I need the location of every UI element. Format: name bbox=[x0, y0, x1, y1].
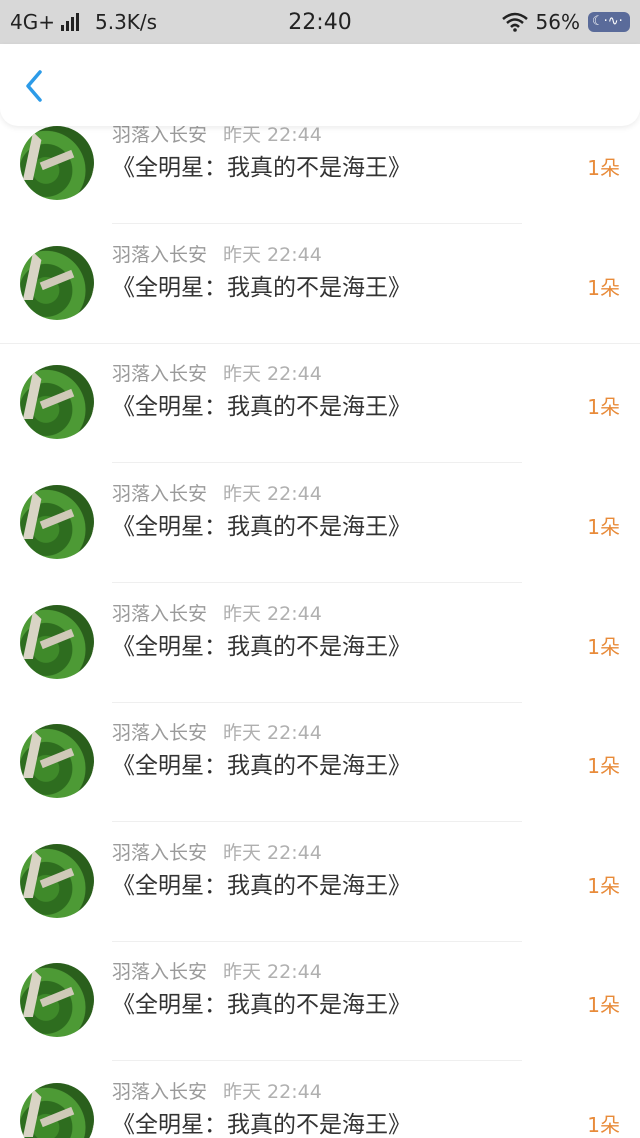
gift-amount: 1朵 bbox=[587, 156, 620, 180]
item-meta: 羽落入长安 昨天 22:44 bbox=[112, 479, 322, 506]
timestamp: 昨天 22:44 bbox=[223, 961, 322, 983]
chevron-left-icon bbox=[26, 70, 42, 102]
book-title: 《全明星：我真的不是海王》 bbox=[112, 753, 411, 779]
avatar[interactable] bbox=[20, 963, 94, 1037]
gift-list: 羽落入长安 昨天 22:44 《全明星：我真的不是海王》 1朵 羽落入长安 昨天 22:4… bbox=[0, 0, 640, 1138]
timestamp: 昨天 22:44 bbox=[223, 483, 322, 505]
list-item[interactable]: 羽落入长安 昨天 22:44 《全明星：我真的不是海王》 1朵 bbox=[0, 471, 640, 591]
book-title: 《全明星：我真的不是海王》 bbox=[112, 514, 411, 540]
gift-amount: 1朵 bbox=[587, 395, 620, 419]
sender-name: 羽落入长安 bbox=[112, 603, 208, 625]
divider bbox=[112, 462, 522, 463]
avatar[interactable] bbox=[20, 724, 94, 798]
book-title: 《全明星：我真的不是海王》 bbox=[112, 873, 411, 899]
book-title: 《全明星：我真的不是海王》 bbox=[112, 1112, 411, 1138]
back-button[interactable] bbox=[18, 66, 52, 106]
avatar[interactable] bbox=[20, 844, 94, 918]
divider bbox=[112, 702, 522, 703]
list-item[interactable]: 羽落入长安 昨天 22:44 《全明星：我真的不是海王》 1朵 bbox=[0, 112, 640, 232]
list-item[interactable]: 羽落入长安 昨天 22:44 《全明星：我真的不是海王》 1朵 bbox=[0, 710, 640, 830]
avatar[interactable] bbox=[20, 126, 94, 200]
avatar[interactable] bbox=[20, 1083, 94, 1138]
divider bbox=[112, 1060, 522, 1061]
item-meta: 羽落入长安 昨天 22:44 bbox=[112, 1077, 322, 1104]
list-item[interactable]: 羽落入长安 昨天 22:44 《全明星：我真的不是海王》 1朵 bbox=[0, 830, 640, 950]
nav-bar bbox=[0, 44, 640, 126]
book-title: 《全明星：我真的不是海王》 bbox=[112, 394, 411, 420]
divider bbox=[112, 582, 522, 583]
gift-amount: 1朵 bbox=[587, 1113, 620, 1137]
sender-name: 羽落入长安 bbox=[112, 363, 208, 385]
gift-amount: 1朵 bbox=[587, 276, 620, 300]
item-meta: 羽落入长安 昨天 22:44 bbox=[112, 359, 322, 386]
list-item[interactable]: 羽落入长安 昨天 22:44 《全明星：我真的不是海王》 1朵 bbox=[0, 1069, 640, 1138]
avatar[interactable] bbox=[20, 246, 94, 320]
list-item[interactable]: 羽落入长安 昨天 22:44 《全明星：我真的不是海王》 1朵 bbox=[0, 351, 640, 471]
gift-amount: 1朵 bbox=[587, 515, 620, 539]
sender-name: 羽落入长安 bbox=[112, 483, 208, 505]
book-title: 《全明星：我真的不是海王》 bbox=[112, 992, 411, 1018]
list-item[interactable]: 羽落入长安 昨天 22:44 《全明星：我真的不是海王》 1朵 bbox=[0, 949, 640, 1069]
sender-name: 羽落入长安 bbox=[112, 961, 208, 983]
timestamp: 昨天 22:44 bbox=[223, 124, 322, 146]
avatar[interactable] bbox=[20, 485, 94, 559]
item-meta: 羽落入长安 昨天 22:44 bbox=[112, 957, 322, 984]
sender-name: 羽落入长安 bbox=[112, 124, 208, 146]
divider bbox=[112, 821, 522, 822]
divider bbox=[112, 941, 522, 942]
book-title: 《全明星：我真的不是海王》 bbox=[112, 634, 411, 660]
avatar[interactable] bbox=[20, 605, 94, 679]
timestamp: 昨天 22:44 bbox=[223, 1081, 322, 1103]
divider bbox=[0, 343, 640, 344]
item-meta: 羽落入长安 昨天 22:44 bbox=[112, 240, 322, 267]
book-title: 《全明星：我真的不是海王》 bbox=[112, 275, 411, 301]
avatar[interactable] bbox=[20, 365, 94, 439]
sender-name: 羽落入长安 bbox=[112, 1081, 208, 1103]
timestamp: 昨天 22:44 bbox=[223, 722, 322, 744]
item-meta: 羽落入长安 昨天 22:44 bbox=[112, 718, 322, 745]
sender-name: 羽落入长安 bbox=[112, 244, 208, 266]
list-item[interactable]: 羽落入长安 昨天 22:44 《全明星：我真的不是海王》 1朵 bbox=[0, 232, 640, 352]
timestamp: 昨天 22:44 bbox=[223, 244, 322, 266]
sender-name: 羽落入长安 bbox=[112, 722, 208, 744]
timestamp: 昨天 22:44 bbox=[223, 842, 322, 864]
gift-amount: 1朵 bbox=[587, 754, 620, 778]
timestamp: 昨天 22:44 bbox=[223, 363, 322, 385]
gift-amount: 1朵 bbox=[587, 635, 620, 659]
item-meta: 羽落入长安 昨天 22:44 bbox=[112, 599, 322, 626]
item-meta: 羽落入长安 昨天 22:44 bbox=[112, 838, 322, 865]
divider bbox=[112, 223, 522, 224]
list-item[interactable]: 羽落入长安 昨天 22:44 《全明星：我真的不是海王》 1朵 bbox=[0, 591, 640, 711]
timestamp: 昨天 22:44 bbox=[223, 603, 322, 625]
gift-amount: 1朵 bbox=[587, 874, 620, 898]
sender-name: 羽落入长安 bbox=[112, 842, 208, 864]
gift-amount: 1朵 bbox=[587, 993, 620, 1017]
book-title: 《全明星：我真的不是海王》 bbox=[112, 155, 411, 181]
